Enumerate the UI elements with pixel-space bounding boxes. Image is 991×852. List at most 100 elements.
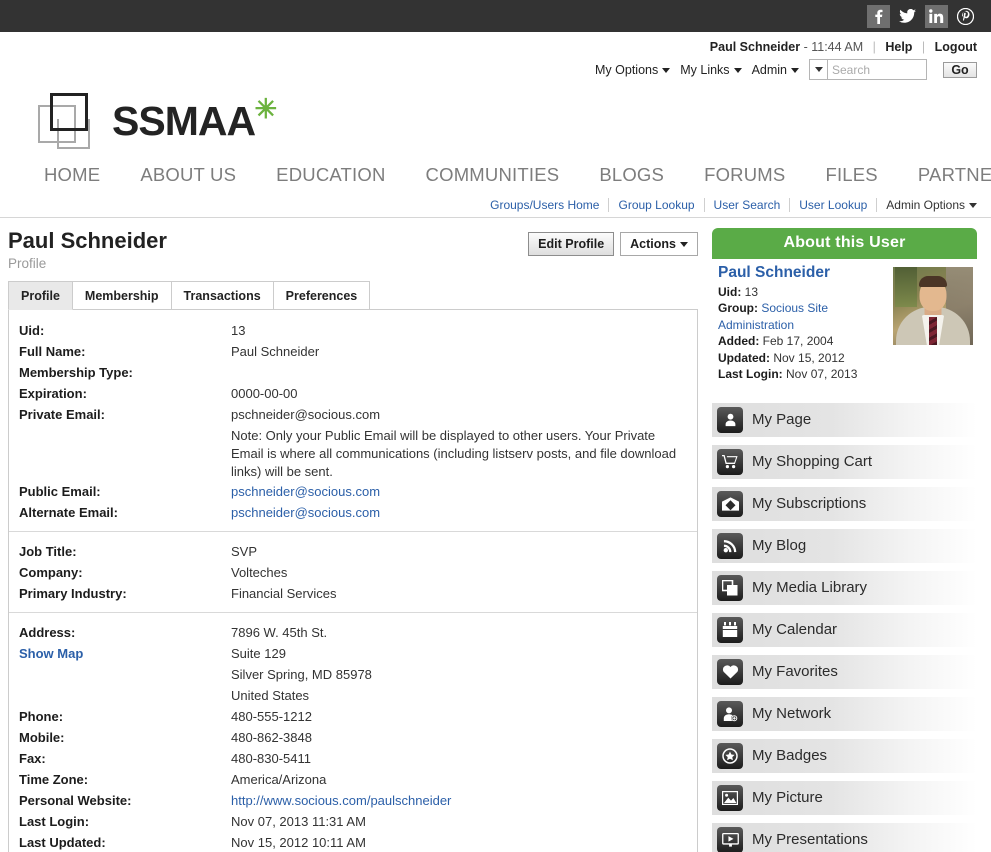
address-line-3: Silver Spring, MD 85978 (231, 667, 372, 682)
field-fax: Fax: 480-830-5411 (9, 748, 697, 769)
field-value: 480-862-3848 (231, 730, 312, 745)
sidebar-item-my-media-library[interactable]: My Media Library (712, 570, 977, 605)
field-value: Financial Services (231, 586, 337, 601)
field-value: Volteches (231, 565, 288, 580)
help-link[interactable]: Help (885, 40, 912, 54)
user-add-icon (717, 700, 743, 727)
search-scope-dropdown[interactable] (809, 59, 827, 80)
logout-link[interactable]: Logout (935, 40, 977, 54)
my-links-label: My Links (680, 62, 730, 77)
sidebar-item-my-subscriptions[interactable]: My Subscriptions (712, 486, 977, 521)
field-label: Company: (19, 565, 83, 580)
tab-membership[interactable]: Membership (71, 281, 172, 309)
calendar-icon (717, 616, 743, 643)
divider: | (921, 40, 926, 54)
admin-label: Admin (751, 62, 787, 77)
page-title-block: Paul Schneider Profile (0, 218, 167, 271)
field-label: Job Title: (19, 544, 77, 559)
field-value: Paul Schneider (231, 344, 320, 359)
about-updated-value: Nov 15, 2012 (773, 350, 845, 365)
field-public-email: Public Email: pschneider@socious.com (9, 481, 697, 502)
nav-item-communities[interactable]: COMMUNITIES (406, 164, 580, 186)
show-map-link[interactable]: Show Map (19, 643, 231, 664)
nav-item-about-us[interactable]: ABOUT US (120, 164, 256, 186)
sidebar-item-label: My Badges (752, 747, 828, 764)
sidebar-item-my-blog[interactable]: My Blog (712, 528, 977, 563)
about-lastlogin-row: Last Login: Nov 07, 2013 (718, 366, 885, 383)
page-action-buttons: Edit Profile Actions (528, 218, 698, 256)
pinterest-icon[interactable] (954, 5, 977, 28)
actions-button[interactable]: Actions (620, 232, 698, 256)
site-logo[interactable]: SSMAA ✳ (0, 80, 991, 152)
sidebar-item-my-presentations[interactable]: My Presentations (712, 822, 977, 852)
tab-preferences[interactable]: Preferences (272, 281, 371, 309)
subnav-user-lookup[interactable]: User Lookup (790, 198, 878, 212)
divider: | (872, 40, 876, 54)
subnav-group-lookup[interactable]: Group Lookup (609, 198, 705, 212)
public-email-link[interactable]: pschneider@socious.com (231, 484, 380, 499)
field-value: 13 (231, 323, 246, 338)
field-alternate-email: Alternate Email: pschneider@socious.com (9, 502, 697, 523)
field-value: pschneider@socious.com (231, 407, 381, 422)
nav-item-education[interactable]: EDUCATION (256, 164, 405, 186)
field-value: America/Arizona (231, 772, 327, 787)
sidebar-item-my-shopping-cart[interactable]: My Shopping Cart (712, 444, 977, 479)
rss-icon (717, 532, 743, 559)
avatar-background-foliage (895, 267, 917, 307)
nav-item-forums[interactable]: FORUMS (684, 164, 805, 186)
field-label: Last Login: (19, 814, 90, 829)
alternate-email-link[interactable]: pschneider@socious.com (231, 505, 380, 520)
edit-profile-button[interactable]: Edit Profile (528, 232, 615, 256)
field-label: Full Name: (19, 344, 86, 359)
profile-group-employment: Job Title: SVP Company: Volteches Primar… (9, 531, 697, 604)
avatar-hair (919, 276, 947, 287)
about-this-user-body: Paul Schneider Uid: 13 Group: Socious Si… (712, 259, 977, 391)
about-uid-label: Uid: (718, 284, 742, 299)
sidebar-item-my-favorites[interactable]: My Favorites (712, 654, 977, 689)
envelope-icon (717, 490, 743, 517)
current-user-name: Paul Schneider (709, 40, 801, 54)
field-time-zone: Time Zone: America/Arizona (9, 769, 697, 790)
my-options-menu[interactable]: My Options (595, 63, 671, 77)
tab-transactions[interactable]: Transactions (170, 281, 274, 309)
sidebar-item-label: My Media Library (752, 579, 868, 596)
chevron-down-icon (969, 203, 977, 209)
admin-options-label: Admin Options (886, 198, 965, 212)
sidebar-item-my-page[interactable]: My Page (712, 402, 977, 437)
site-header: Paul Schneider - 11:44 AM | Help | Logou… (0, 32, 991, 218)
subnav-groups-users-home[interactable]: Groups/Users Home (481, 198, 610, 212)
sidebar-item-my-badges[interactable]: My Badges (712, 738, 977, 773)
right-sidebar: About this User Paul Schneider Uid: 13 G… (706, 218, 991, 852)
user-shortcut-menu: My Page My Shopping Cart My Subscription… (712, 402, 977, 852)
field-value: Nov 15, 2012 10:11 AM (231, 835, 366, 850)
about-lastlogin-label: Last Login: (718, 367, 783, 381)
search-go-button[interactable]: Go (943, 61, 977, 78)
subnav-admin-options[interactable]: Admin Options (877, 198, 977, 212)
sidebar-item-my-picture[interactable]: My Picture (712, 780, 977, 815)
chevron-down-icon (791, 67, 799, 73)
search-input[interactable] (827, 59, 927, 80)
main-content: Paul Schneider Profile Edit Profile Acti… (0, 218, 706, 852)
subnav-user-search[interactable]: User Search (705, 198, 791, 212)
nav-item-partners[interactable]: PARTNERS (898, 164, 991, 186)
sidebar-item-my-network[interactable]: My Network (712, 696, 977, 731)
sidebar-item-label: My Calendar (752, 621, 838, 638)
nav-item-home[interactable]: HOME (24, 164, 120, 186)
about-user-name: Paul Schneider (718, 264, 830, 281)
field-label: Primary Industry: (19, 586, 127, 601)
nav-item-blogs[interactable]: BLOGS (579, 164, 684, 186)
sidebar-item-my-calendar[interactable]: My Calendar (712, 612, 977, 647)
twitter-icon[interactable] (896, 5, 919, 28)
top-social-bar (0, 0, 991, 32)
my-links-menu[interactable]: My Links (680, 62, 742, 77)
nav-item-files[interactable]: FILES (805, 164, 897, 186)
field-primary-industry: Primary Industry: Financial Services (9, 583, 697, 604)
facebook-icon[interactable] (867, 4, 890, 28)
tab-profile[interactable]: Profile (8, 281, 73, 310)
field-label: Uid: (19, 323, 45, 338)
personal-website-link[interactable]: http://www.socious.com/paulschneider (231, 793, 451, 808)
about-group-row: Group: Socious Site Administration (718, 300, 885, 333)
admin-menu[interactable]: Admin (752, 63, 799, 77)
field-uid: Uid: 13 (9, 320, 697, 341)
linkedin-icon[interactable] (925, 4, 948, 28)
